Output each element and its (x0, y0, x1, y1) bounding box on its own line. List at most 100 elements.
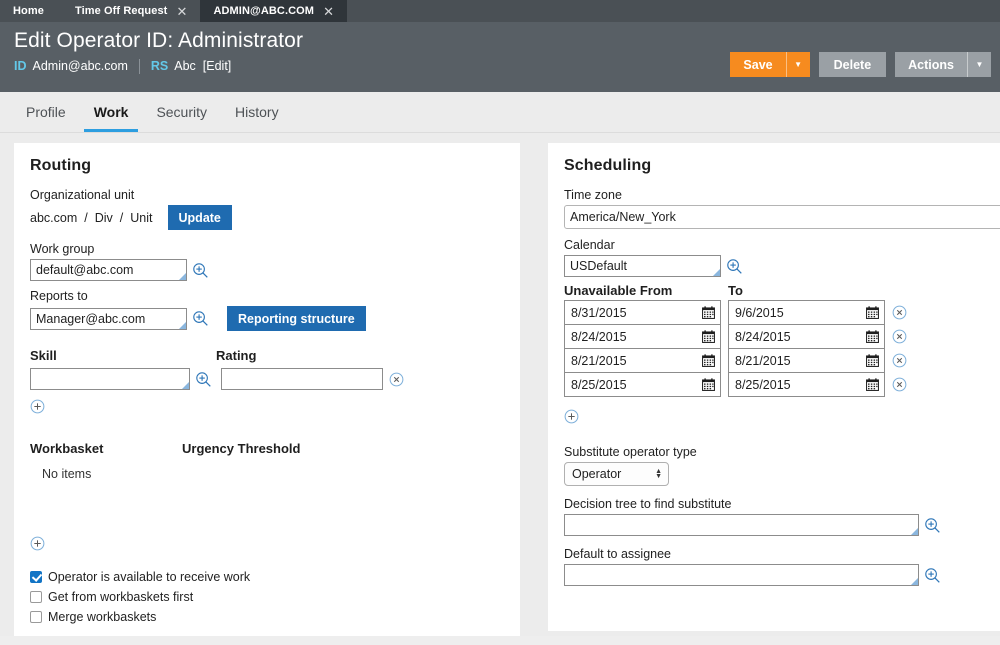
search-icon[interactable] (924, 567, 941, 584)
checkbox-merge-workbaskets[interactable] (30, 611, 42, 623)
default-assignee-label: Default to assignee (564, 547, 672, 561)
save-button-group[interactable]: Save ▼ (730, 52, 810, 77)
save-button[interactable]: Save (730, 52, 786, 77)
calendar-icon[interactable] (866, 306, 879, 319)
unavailable-to-input[interactable]: 9/6/2015 (728, 300, 885, 325)
remove-row-icon[interactable] (892, 305, 907, 320)
close-icon[interactable]: ✕ (176, 5, 187, 18)
unavailable-date-row: 8/24/2015 8/24/2015 (564, 324, 984, 349)
browser-tab-admin-abc-com[interactable]: ADMIN@ABC.COM ✕ (200, 0, 348, 22)
breadcrumb-separator: / (119, 210, 124, 225)
browser-tab-home[interactable]: Home (0, 0, 62, 22)
reporting-structure-button[interactable]: Reporting structure (227, 306, 366, 331)
breadcrumb-segment[interactable]: Div (95, 211, 113, 225)
search-icon[interactable] (192, 262, 209, 279)
search-icon[interactable] (726, 258, 743, 275)
search-icon[interactable] (924, 517, 941, 534)
chevron-down-icon[interactable]: ▼ (967, 52, 991, 77)
checkbox-label: Get from workbaskets first (48, 590, 194, 604)
timezone-input[interactable]: America/New_York (564, 205, 1000, 229)
actions-button[interactable]: Actions (895, 52, 967, 77)
to-column-header: To (728, 283, 743, 298)
calendar-icon[interactable] (866, 330, 879, 343)
search-icon[interactable] (195, 371, 212, 388)
tab-security[interactable]: Security (142, 92, 221, 132)
browser-tab-strip: Home Time Off Request ✕ ADMIN@ABC.COM ✕ (0, 0, 1000, 22)
unavailable-from-input[interactable]: 8/25/2015 (564, 372, 721, 397)
reports-to-label: Reports to (30, 289, 88, 303)
skill-input[interactable] (30, 368, 190, 390)
routing-heading: Routing (30, 157, 92, 174)
stepper-icon[interactable]: ▲ ▼ (655, 468, 662, 480)
search-icon[interactable] (192, 310, 209, 327)
tab-profile[interactable]: Profile (12, 92, 80, 132)
skill-label: Skill (30, 348, 57, 363)
actions-button-group[interactable]: Actions ▼ (895, 52, 991, 77)
date-value: 8/25/2015 (735, 377, 791, 392)
add-workbasket-icon[interactable] (30, 536, 45, 551)
unavailable-to-input[interactable]: 8/21/2015 (728, 348, 885, 373)
add-unavailable-row-icon[interactable] (564, 409, 579, 424)
remove-icon[interactable] (389, 372, 404, 387)
calendar-icon[interactable] (702, 306, 715, 319)
urgency-threshold-column-header: Urgency Threshold (182, 441, 301, 456)
substitute-operator-type-label: Substitute operator type (564, 445, 697, 459)
unavailable-to-input[interactable]: 8/24/2015 (728, 324, 885, 349)
calendar-label: Calendar (564, 238, 615, 252)
checkbox-row-operator-available[interactable]: Operator is available to receive work (30, 567, 504, 587)
tab-work[interactable]: Work (80, 92, 143, 132)
date-value: 9/6/2015 (735, 305, 784, 320)
calendar-icon[interactable] (866, 354, 879, 367)
unavailable-from-input[interactable]: 8/21/2015 (564, 348, 721, 373)
calendar-icon[interactable] (866, 378, 879, 391)
page-title: Edit Operator ID: Administrator (14, 29, 304, 52)
tab-label: Work (93, 104, 129, 120)
tab-label: Profile (26, 104, 66, 120)
checkbox-row-get-from-workbaskets[interactable]: Get from workbaskets first (30, 587, 504, 607)
checkbox-get-from-workbaskets[interactable] (30, 591, 42, 603)
calendar-icon[interactable] (702, 354, 715, 367)
checkbox-label: Operator is available to receive work (48, 570, 251, 584)
scheduling-panel: Scheduling Time zone America/New_York Ca… (548, 143, 1000, 631)
chevron-down-icon[interactable]: ▼ (785, 52, 810, 77)
update-button[interactable]: Update (167, 205, 232, 230)
calendar-icon[interactable] (702, 330, 715, 343)
unavailable-date-row: 8/25/2015 8/25/2015 (564, 372, 984, 397)
close-icon[interactable]: ✕ (323, 5, 334, 18)
rating-input[interactable] (221, 368, 383, 390)
rs-badge: RS (150, 59, 169, 73)
ruleset-value: Abc (174, 59, 196, 73)
delete-button[interactable]: Delete (818, 52, 887, 77)
substitute-operator-type-select[interactable]: Operator ▲ ▼ (564, 462, 669, 486)
browser-tab-label: Time Off Request (74, 5, 168, 17)
decision-tree-input[interactable] (564, 514, 919, 536)
edit-link[interactable]: [Edit] (203, 58, 232, 74)
remove-row-icon[interactable] (892, 377, 907, 392)
unavailable-from-input[interactable]: 8/31/2015 (564, 300, 721, 325)
unavailable-to-input[interactable]: 8/25/2015 (728, 372, 885, 397)
remove-row-icon[interactable] (892, 329, 907, 344)
add-skill-icon[interactable] (30, 399, 45, 414)
browser-tab-time-off-request[interactable]: Time Off Request ✕ (62, 0, 200, 22)
remove-row-icon[interactable] (892, 353, 907, 368)
header-actions: Save ▼ Delete Actions ▼ (730, 52, 991, 77)
browser-tab-label: Home (13, 5, 44, 17)
checkbox-operator-available[interactable] (30, 571, 42, 583)
routing-panel: Routing Organizational unit abc.com / Di… (14, 143, 520, 636)
unavailable-from-input[interactable]: 8/24/2015 (564, 324, 721, 349)
rating-label: Rating (216, 348, 257, 363)
calendar-input[interactable]: USDefault (564, 255, 721, 277)
checkbox-row-merge-workbaskets[interactable]: Merge workbaskets (30, 607, 504, 627)
tab-history[interactable]: History (221, 92, 293, 132)
section-tabs: Profile Work Security History (0, 92, 1000, 133)
unavailable-date-row: 8/21/2015 8/21/2015 (564, 348, 984, 373)
breadcrumb-segment[interactable]: Unit (130, 211, 152, 225)
default-assignee-input[interactable] (564, 564, 919, 586)
work-group-input[interactable]: default@abc.com (30, 259, 187, 281)
timezone-label: Time zone (564, 188, 622, 202)
select-value: Operator (572, 467, 622, 481)
workbasket-column-header: Workbasket (30, 441, 104, 456)
breadcrumb-segment[interactable]: abc.com (30, 211, 77, 225)
reports-to-input[interactable]: Manager@abc.com (30, 307, 187, 330)
calendar-icon[interactable] (702, 378, 715, 391)
